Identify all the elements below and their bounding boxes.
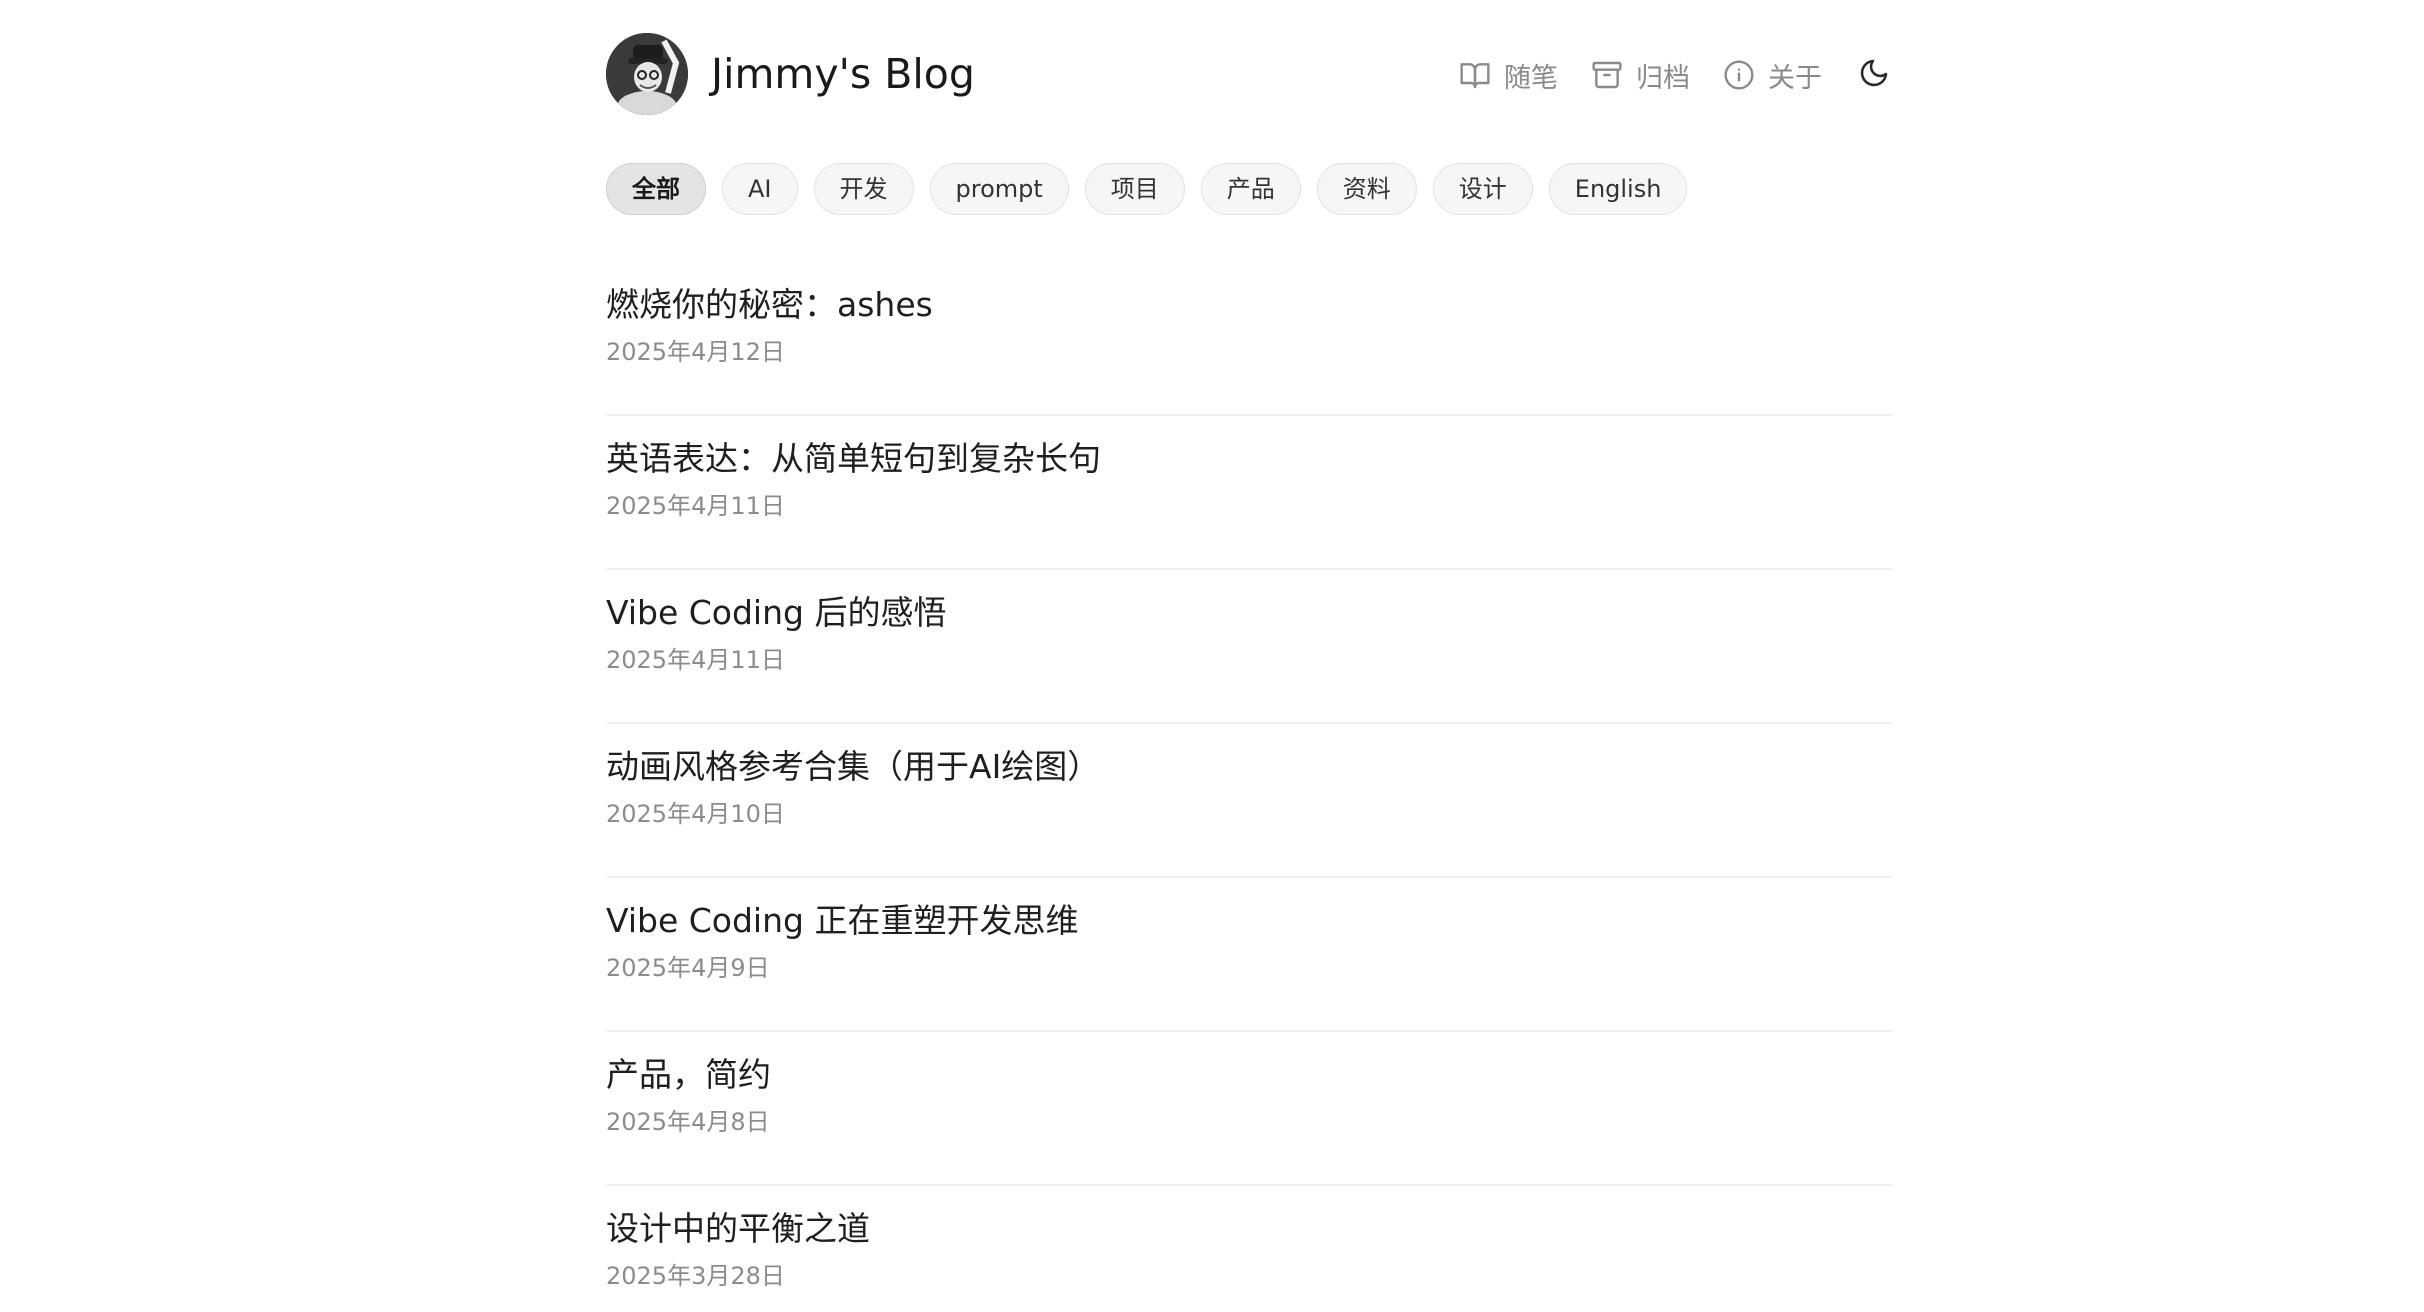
nav-item-label: 归档 [1636,62,1690,94]
site-header: Jimmy's Blog 随笔 归档 关于 [606,0,1892,150]
tag-product[interactable]: 产品 [1200,163,1301,215]
site-title[interactable]: Jimmy's Blog [711,46,975,102]
post-title[interactable]: Vibe Coding 后的感悟 [606,590,946,636]
nav-item-about[interactable]: 关于 [1722,56,1822,95]
main-nav: 随笔 归档 关于 [1458,50,1892,100]
post-item[interactable]: 产品，简约 2025年4月8日 [606,1032,1892,1186]
tag-english[interactable]: English [1548,163,1688,215]
tag-ai[interactable]: AI [722,163,798,215]
post-item[interactable]: 动画风格参考合集（用于AI绘图） 2025年4月10日 [606,724,1892,878]
avatar-illustration [606,33,688,115]
nav-item-label: 关于 [1768,62,1822,94]
post-item[interactable]: Vibe Coding 正在重塑开发思维 2025年4月9日 [606,878,1892,1032]
book-open-icon [1458,58,1492,92]
post-date: 2025年3月28日 [606,1262,785,1290]
content-container: Jimmy's Blog 随笔 归档 关于 全部 AI 开发 prompt 项目… [606,0,1892,1290]
tag-filter-bar: 全部 AI 开发 prompt 项目 产品 资料 设计 English [606,163,1703,215]
theme-toggle-button[interactable] [1856,57,1892,93]
tag-project[interactable]: 项目 [1084,163,1185,215]
post-title[interactable]: 动画风格参考合集（用于AI绘图） [606,744,1100,790]
post-date: 2025年4月9日 [606,954,770,982]
tag-design[interactable]: 设计 [1432,163,1533,215]
post-title[interactable]: 设计中的平衡之道 [606,1206,870,1252]
nav-item-archive[interactable]: 归档 [1590,56,1690,95]
page: Jimmy's Blog 随笔 归档 关于 全部 AI 开发 prompt 项目… [0,0,2424,1312]
post-date: 2025年4月10日 [606,800,785,828]
post-item[interactable]: 设计中的平衡之道 2025年3月28日 [606,1186,1892,1312]
post-date: 2025年4月8日 [606,1108,770,1136]
info-icon [1722,58,1756,92]
nav-item-label: 随笔 [1504,62,1558,94]
post-date: 2025年4月11日 [606,492,785,520]
archive-icon [1590,58,1624,92]
post-item[interactable]: 燃烧你的秘密：ashes 2025年4月12日 [606,262,1892,416]
post-item[interactable]: Vibe Coding 后的感悟 2025年4月11日 [606,570,1892,724]
post-title[interactable]: 英语表达：从简单短句到复杂长句 [606,436,1101,482]
post-title[interactable]: 燃烧你的秘密：ashes [606,282,933,328]
tag-dev[interactable]: 开发 [813,163,914,215]
tag-resources[interactable]: 资料 [1316,163,1417,215]
tag-prompt[interactable]: prompt [929,163,1069,215]
post-title[interactable]: 产品，简约 [606,1052,771,1098]
nav-item-essays[interactable]: 随笔 [1458,56,1558,95]
post-list: 燃烧你的秘密：ashes 2025年4月12日 英语表达：从简单短句到复杂长句 … [606,262,1892,1312]
tag-all[interactable]: 全部 [606,163,706,215]
post-date: 2025年4月12日 [606,338,785,366]
avatar[interactable] [606,33,688,115]
post-item[interactable]: 英语表达：从简单短句到复杂长句 2025年4月11日 [606,416,1892,570]
post-title[interactable]: Vibe Coding 正在重塑开发思维 [606,898,1078,944]
moon-icon [1858,57,1890,93]
post-date: 2025年4月11日 [606,646,785,674]
